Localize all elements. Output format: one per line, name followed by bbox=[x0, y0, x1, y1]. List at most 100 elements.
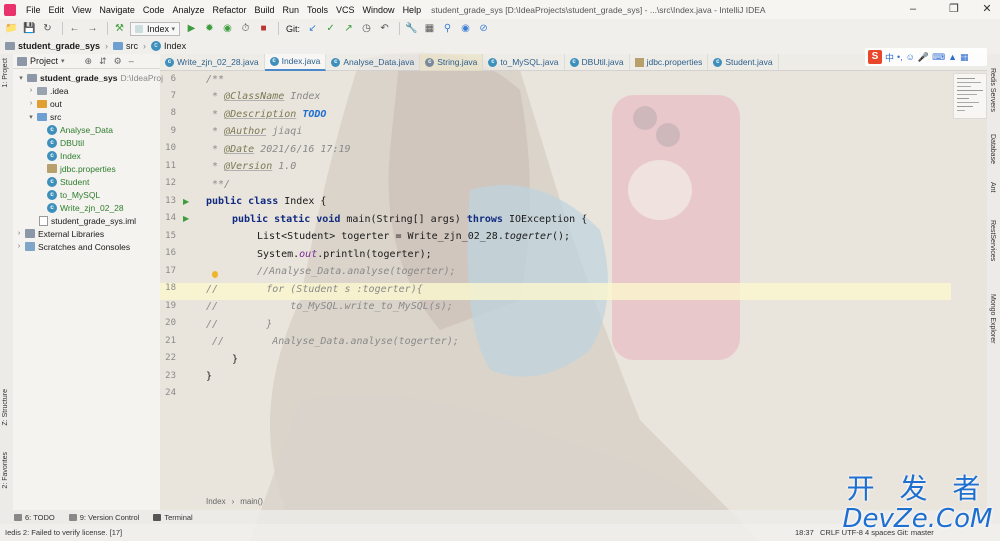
tab-dbutil[interactable]: c DBUtil.java bbox=[565, 53, 630, 71]
project-tool-tab[interactable]: 1: Project bbox=[2, 58, 9, 88]
tree-item-student[interactable]: c Student bbox=[45, 175, 89, 188]
wrench-icon[interactable]: 🔧 bbox=[404, 21, 419, 36]
plugin-icon[interactable]: ◉ bbox=[458, 21, 473, 36]
sync-icon[interactable]: ↻ bbox=[40, 21, 55, 36]
menu-refactor[interactable]: Refactor bbox=[208, 5, 250, 15]
menu-navigate[interactable]: Navigate bbox=[95, 5, 139, 15]
menu-help[interactable]: Help bbox=[399, 5, 426, 15]
tab-write-zjn[interactable]: c Write_zjn_02_28.java bbox=[160, 53, 265, 71]
ime-emoji-icon[interactable]: ☺ bbox=[906, 52, 915, 62]
tree-item-src[interactable]: ▾ src bbox=[27, 110, 61, 123]
tree-item-jdbc-properties[interactable]: jdbc.properties bbox=[45, 162, 116, 175]
tree-item-write-zjn[interactable]: c Write_zjn_02_28 bbox=[45, 201, 124, 214]
chevron-right-icon[interactable]: › bbox=[27, 100, 35, 107]
project-view-select[interactable]: Project bbox=[30, 56, 58, 66]
todo-tool-tab[interactable]: 6: TODO bbox=[14, 513, 55, 522]
search-icon[interactable]: ⚲ bbox=[440, 21, 455, 36]
tab-index[interactable]: c Index.java bbox=[264, 53, 327, 71]
back-arrow-icon[interactable]: ← bbox=[67, 21, 82, 36]
menu-edit[interactable]: Edit bbox=[45, 5, 69, 15]
profile-icon[interactable]: ⏱ bbox=[238, 21, 253, 36]
nav-crumb-index[interactable]: c Index bbox=[151, 41, 186, 51]
menu-build[interactable]: Build bbox=[250, 5, 278, 15]
sogou-logo-icon[interactable]: S bbox=[868, 50, 882, 64]
tab-string[interactable]: c String.java bbox=[420, 53, 484, 71]
coverage-icon[interactable]: ◉ bbox=[220, 21, 235, 36]
tree-item-out[interactable]: › out bbox=[27, 97, 62, 110]
tree-item-index[interactable]: c Index bbox=[45, 149, 81, 162]
code-editor[interactable]: /** * @ClassName Index * @Description TO… bbox=[206, 71, 951, 491]
chevron-right-icon[interactable]: › bbox=[15, 243, 23, 250]
git-revert-icon[interactable]: ↶ bbox=[377, 21, 392, 36]
open-folder-icon[interactable]: 📁 bbox=[4, 21, 19, 36]
gear-icon[interactable]: ⚙ bbox=[114, 56, 122, 67]
save-all-icon[interactable]: 💾 bbox=[22, 21, 37, 36]
project-structure-icon[interactable]: ▦ bbox=[422, 21, 437, 36]
tree-item-analyse-data[interactable]: c Analyse_Data bbox=[45, 123, 113, 136]
git-commit-icon[interactable]: ✓ bbox=[323, 21, 338, 36]
nav-crumb-src[interactable]: src bbox=[113, 41, 138, 51]
code-minimap[interactable] bbox=[953, 73, 987, 119]
database-tool-tab[interactable]: Database bbox=[989, 134, 996, 164]
terminal-tool-tab[interactable]: Terminal bbox=[153, 513, 193, 522]
chevron-right-icon[interactable]: › bbox=[27, 87, 35, 94]
ime-punctuation-icon[interactable]: •, bbox=[897, 52, 903, 62]
ime-mic-icon[interactable]: 🎤 bbox=[918, 52, 929, 63]
rest-services-tool-tab[interactable]: RestServices bbox=[989, 220, 996, 261]
no-entry-icon[interactable]: ⊘ bbox=[476, 21, 491, 36]
tab-jdbc-properties[interactable]: jdbc.properties bbox=[630, 53, 709, 71]
favorites-tool-tab[interactable]: 2: Favorites bbox=[2, 452, 9, 489]
tree-item-idea[interactable]: › .idea bbox=[27, 84, 69, 97]
git-history-icon[interactable]: ◷ bbox=[359, 21, 374, 36]
git-update-icon[interactable]: ↙ bbox=[305, 21, 320, 36]
tree-root[interactable]: ▾ student_grade_sys D:\IdeaProj bbox=[17, 71, 163, 84]
build-hammer-icon[interactable]: ⚒ bbox=[112, 21, 127, 36]
tab-student[interactable]: c Student.java bbox=[708, 53, 779, 71]
run-configuration-select[interactable]: Index ▾ bbox=[130, 21, 180, 36]
caret-position[interactable]: 18:37 bbox=[795, 528, 814, 537]
menu-file[interactable]: File bbox=[22, 5, 45, 15]
version-control-tool-tab[interactable]: 9: Version Control bbox=[68, 513, 139, 522]
locate-icon[interactable]: ⊕ bbox=[85, 56, 93, 67]
menu-code[interactable]: Code bbox=[139, 5, 169, 15]
minimize-icon[interactable]: – bbox=[906, 2, 920, 16]
chevron-down-icon[interactable]: ▾ bbox=[61, 57, 65, 65]
ime-grid-icon[interactable]: ▦ bbox=[960, 52, 969, 63]
ant-tool-tab[interactable]: Ant bbox=[989, 182, 996, 193]
menu-tools[interactable]: Tools bbox=[303, 5, 332, 15]
menu-view[interactable]: View bbox=[68, 5, 95, 15]
run-gutter-icon[interactable]: ▶ bbox=[183, 214, 189, 223]
breadcrumb-method[interactable]: main() bbox=[240, 497, 263, 506]
breadcrumb-class[interactable]: Index bbox=[206, 497, 226, 506]
debug-icon[interactable]: ✹ bbox=[202, 21, 217, 36]
tree-item-to-mysql[interactable]: c to_MySQL bbox=[45, 188, 100, 201]
menu-analyze[interactable]: Analyze bbox=[168, 5, 208, 15]
forward-arrow-icon[interactable]: → bbox=[85, 21, 100, 36]
redis-servers-tool-tab[interactable]: Redis Servers bbox=[989, 68, 996, 112]
run-gutter-icon[interactable]: ▶ bbox=[183, 197, 189, 206]
structure-tool-tab[interactable]: Z: Structure bbox=[2, 389, 9, 426]
hide-panel-icon[interactable]: – bbox=[129, 56, 134, 66]
tab-analyse-data[interactable]: c Analyse_Data.java bbox=[326, 53, 421, 71]
chevron-down-icon[interactable]: ▾ bbox=[27, 113, 35, 121]
menu-run[interactable]: Run bbox=[279, 5, 304, 15]
ime-keyboard-icon[interactable]: ⌨ bbox=[932, 52, 945, 63]
ime-shirt-icon[interactable]: ▲ bbox=[948, 52, 957, 62]
menu-vcs[interactable]: VCS bbox=[332, 5, 359, 15]
tree-item-iml[interactable]: student_grade_sys.iml bbox=[37, 214, 136, 227]
collapse-all-icon[interactable]: ⇵ bbox=[99, 56, 107, 67]
git-push-icon[interactable]: ↗ bbox=[341, 21, 356, 36]
tab-to-mysql[interactable]: c to_MySQL.java bbox=[483, 53, 565, 71]
ime-chinese-mode[interactable]: 中 bbox=[885, 51, 894, 64]
mongo-explorer-tool-tab[interactable]: Mongo Explorer bbox=[989, 294, 996, 343]
tree-item-external-libraries[interactable]: › External Libraries bbox=[15, 227, 104, 240]
maximize-icon[interactable]: ❐ bbox=[947, 2, 961, 16]
stop-icon[interactable]: ■ bbox=[256, 21, 271, 36]
nav-crumb-project[interactable]: student_grade_sys bbox=[5, 41, 100, 51]
close-icon[interactable]: ✕ bbox=[980, 2, 994, 16]
run-icon[interactable]: ▶ bbox=[184, 21, 199, 36]
chevron-right-icon[interactable]: › bbox=[15, 230, 23, 237]
tree-item-dbutil[interactable]: c DBUtil bbox=[45, 136, 84, 149]
menu-window[interactable]: Window bbox=[359, 5, 399, 15]
chevron-down-icon[interactable]: ▾ bbox=[17, 74, 25, 82]
